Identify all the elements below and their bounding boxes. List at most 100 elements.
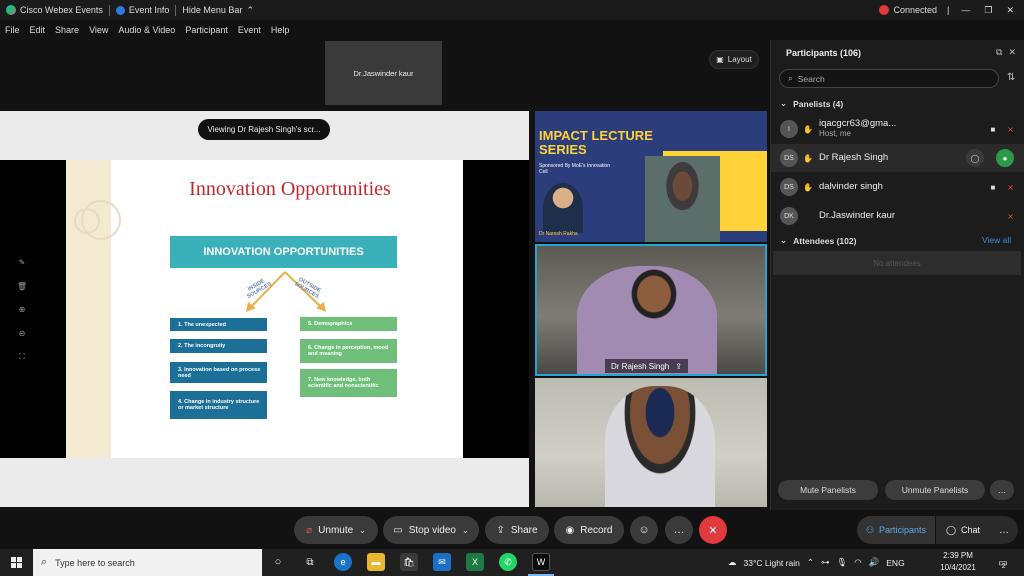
attendees-header[interactable]: ⌄ Attendees (102) — [780, 235, 856, 246]
panelist-row[interactable]: DS ✋ Dr Rajesh Singh ◯ ● — [770, 144, 1024, 172]
leave-meeting-button[interactable]: ✕ — [699, 516, 727, 544]
menu-share[interactable]: Share — [50, 25, 84, 35]
video-tile-poster[interactable]: IMPACT LECTURE SERIES Sponsored By MoE's… — [535, 111, 767, 242]
more-controls-button[interactable]: … — [665, 516, 693, 544]
annotate-icon[interactable]: ✎ — [16, 258, 28, 270]
cortana-icon[interactable]: ○ — [269, 553, 287, 571]
participants-tab-button[interactable]: ⚇ Participants — [857, 516, 935, 544]
hide-menu-label: Hide Menu Bar — [182, 5, 243, 15]
menu-edit[interactable]: Edit — [25, 25, 51, 35]
start-button[interactable] — [0, 549, 32, 576]
more-panels-button[interactable]: … — [990, 516, 1018, 544]
zoom-in-icon[interactable]: ⊕ — [16, 305, 28, 317]
restore-icon[interactable]: ❐ — [984, 5, 992, 16]
viewing-label: Viewing Dr Rajesh Singh's scr... — [207, 125, 321, 134]
participants-panel — [770, 40, 1024, 510]
weather-label[interactable]: 33°C Light rain — [744, 558, 800, 568]
panelist-info: iqacgcr63@gma... Host, me — [819, 119, 896, 139]
excel-icon[interactable]: X — [466, 553, 484, 571]
poster-speaker-name: Dr Naresh Rakha — [539, 231, 578, 237]
edge-icon[interactable]: e — [334, 553, 352, 571]
notification-button[interactable]: ▭ 2 — [992, 553, 1012, 573]
network-icon[interactable]: ⊶ — [821, 557, 830, 568]
trash-icon[interactable]: 🗑 — [16, 282, 28, 294]
mic-muted-icon[interactable]: ⨯ — [1007, 183, 1014, 192]
connection-icon — [879, 5, 890, 15]
participant-search-input[interactable]: ⌕ Search — [779, 69, 999, 88]
menu-file[interactable]: File — [0, 25, 25, 35]
menu-view[interactable]: View — [84, 25, 113, 35]
menu-participant[interactable]: Participant — [180, 25, 233, 35]
volume-icon[interactable]: 🔊 — [869, 557, 880, 568]
microphone-icon[interactable]: 🎙 — [836, 557, 847, 568]
task-view-icon[interactable]: ⧉ — [301, 553, 319, 571]
chevron-down-icon: ⌄ — [780, 98, 788, 108]
viewing-indicator[interactable]: Viewing Dr Rajesh Singh's scr... — [198, 119, 330, 140]
close-panel-icon[interactable]: ✕ — [1008, 47, 1016, 58]
zoom-out-icon[interactable]: ⊖ — [16, 329, 28, 341]
event-info-label: Event Info — [128, 5, 170, 15]
menu-audio-video[interactable]: Audio & Video — [113, 25, 180, 35]
popout-icon[interactable]: ⧉ — [996, 47, 1002, 58]
panelist-status: ■ ⨯ — [990, 183, 1014, 192]
sort-icon[interactable]: ⇅ — [1007, 72, 1015, 83]
outside-item-5: 5. Demographics — [300, 317, 397, 331]
chat-icon[interactable]: ◯ — [966, 149, 984, 167]
wifi-icon[interactable]: ◠ — [854, 557, 861, 568]
mute-panelists-button[interactable]: Mute Panelists — [778, 480, 878, 500]
record-button[interactable]: ◉ Record — [554, 516, 624, 544]
minimize-icon[interactable]: — — [961, 5, 970, 15]
active-speaker-tile[interactable]: Dr.Jaswinder kaur — [325, 41, 442, 105]
mic-muted-icon[interactable]: ⨯ — [1007, 212, 1014, 221]
event-info-button[interactable]: Event Info — [110, 5, 176, 15]
participant-video — [645, 156, 720, 242]
close-icon[interactable]: ✕ — [1006, 5, 1014, 16]
video-name-label: Dr Rajesh Singh ⇪ — [605, 359, 688, 373]
file-explorer-icon[interactable]: ▬ — [367, 553, 385, 571]
cloud-rain-icon: ☁ — [728, 557, 737, 567]
menu-bar: File Edit Share View Audio & Video Parti… — [0, 21, 1024, 39]
participant-video — [605, 386, 715, 507]
more-options-button[interactable]: … — [990, 480, 1014, 500]
whatsapp-icon[interactable]: ✆ — [499, 553, 517, 571]
reactions-button[interactable]: ☺ — [630, 516, 658, 544]
search-icon: ⌕ — [788, 73, 793, 83]
taskbar-clock[interactable]: 2:39 PM 10/4/2021 — [938, 550, 978, 574]
connection-label: Connected — [893, 5, 938, 15]
poster-speaker-photo — [543, 183, 583, 233]
clock-date: 10/4/2021 — [940, 563, 976, 572]
view-all-link[interactable]: View all — [982, 235, 1011, 245]
record-icon: ◉ — [565, 524, 575, 536]
chevron-up-icon[interactable]: ⌃ — [807, 557, 814, 568]
video-tile-active[interactable]: Dr Rajesh Singh ⇪ — [535, 244, 767, 376]
unmute-button[interactable]: ⌀ Unmute ⌄ — [294, 516, 378, 544]
video-tile-third[interactable] — [535, 378, 767, 507]
panelist-row[interactable]: DK ✋ Dr.Jaswinder kaur ⨯ — [770, 202, 1024, 230]
panelist-row[interactable]: I ✋ iqacgcr63@gma... Host, me ■ ⨯ — [770, 115, 1024, 143]
hide-menu-bar-button[interactable]: Hide Menu Bar ⌃ — [176, 5, 260, 16]
panelist-row[interactable]: DS ✋ dalvinder singh ■ ⨯ — [770, 173, 1024, 201]
mic-active-icon[interactable]: ● — [996, 149, 1014, 167]
mic-muted-icon[interactable]: ⨯ — [1007, 125, 1014, 134]
share-button[interactable]: ⇪ Share — [485, 516, 549, 544]
webex-taskbar-icon[interactable]: W — [532, 553, 550, 571]
store-icon[interactable]: 🛍 — [400, 553, 418, 571]
raise-hand-icon: ✋ — [803, 182, 813, 192]
camera-icon: ■ — [990, 124, 996, 134]
chevron-down-icon: ⌄ — [780, 235, 788, 245]
mail-icon[interactable]: ✉ — [433, 553, 451, 571]
layout-button[interactable]: ▣ Layout — [709, 50, 759, 69]
close-icon: ✕ — [708, 524, 718, 537]
fit-screen-icon[interactable]: ⛶ — [16, 352, 28, 364]
menu-event[interactable]: Event — [233, 25, 266, 35]
language-label[interactable]: ENG — [886, 558, 904, 568]
panelist-name: Dr.Jaswinder kaur — [819, 210, 896, 221]
menu-help[interactable]: Help — [266, 25, 295, 35]
unmute-panelists-button[interactable]: Unmute Panelists — [885, 480, 985, 500]
stop-video-button[interactable]: ▭ Stop video ⌄ — [383, 516, 479, 544]
panelists-header[interactable]: ⌄ Panelists (4) — [780, 98, 843, 109]
raise-hand-icon: ✋ — [803, 153, 813, 163]
taskbar-search-input[interactable]: ⌕ Type here to search — [33, 549, 262, 576]
taskbar-search-placeholder: Type here to search — [55, 557, 135, 568]
chat-tab-button[interactable]: ◯ Chat — [936, 516, 990, 544]
